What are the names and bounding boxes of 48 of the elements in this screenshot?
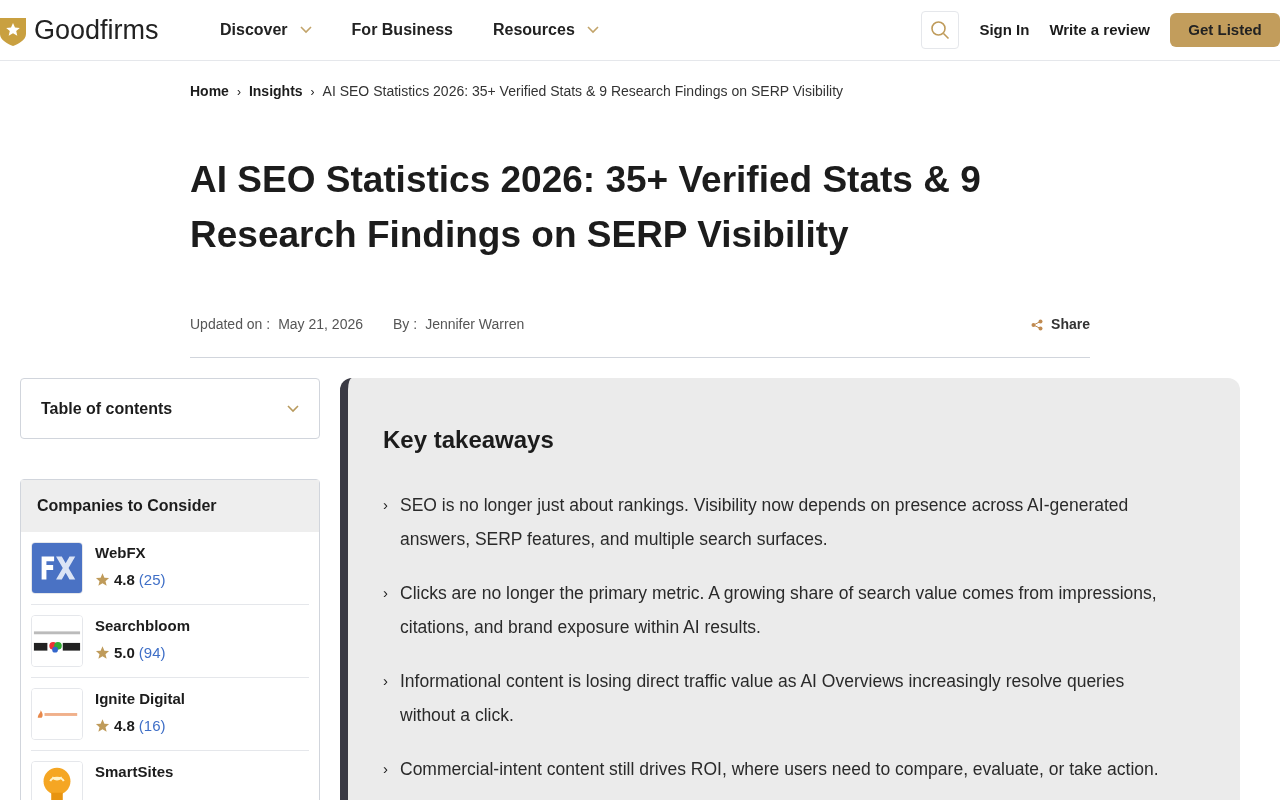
company-logo xyxy=(31,615,83,667)
rating-value: 4.8 xyxy=(114,569,135,590)
breadcrumb-link[interactable]: Insights xyxy=(248,81,303,102)
takeaways-title: Key takeaways xyxy=(383,425,555,455)
company-name[interactable]: Ignite Digital xyxy=(95,688,185,711)
nav-menu-item[interactable]: Resources xyxy=(492,18,599,42)
author-name: Jennifer Warren xyxy=(425,315,525,334)
company-logo xyxy=(31,542,83,594)
search-icon xyxy=(930,20,951,40)
star-icon xyxy=(95,645,110,661)
brand-name[interactable]: Goodfirms xyxy=(34,16,159,44)
panel-title: Companies to Consider xyxy=(37,496,217,516)
star-icon xyxy=(95,718,110,734)
breadcrumb-link[interactable]: AI SEO Statistics 2026: 35+ Verified Stats & 9 Research Findings on SERP Visibility xyxy=(322,81,844,102)
company-logo xyxy=(31,688,83,740)
rating-value: 4.8 xyxy=(114,715,135,736)
author-label: By : xyxy=(393,315,418,334)
get-listed-button[interactable]: Get Listed xyxy=(1170,13,1280,47)
search-button[interactable] xyxy=(921,11,960,49)
star-icon xyxy=(95,572,110,588)
write-review-link[interactable]: Write a review xyxy=(1049,18,1150,42)
share-icon xyxy=(1031,318,1044,331)
updated-date: May 21, 2026 xyxy=(278,315,363,334)
breadcrumb-separator: › xyxy=(236,83,241,101)
takeaway-text: Clicks are no longer the primary metric. A growing share of search value comes from impressions, citations, and brand exposure within AI results. xyxy=(400,582,1158,639)
nav-menu-item[interactable]: Discover xyxy=(220,18,312,42)
company-name[interactable]: SmartSites xyxy=(95,761,174,784)
review-count-link[interactable]: (16) xyxy=(138,714,166,737)
review-count-link[interactable]: (25) xyxy=(138,568,166,591)
article-title: AI SEO Statistics 2026: 35+ Verified Stats & 9 Research Findings on SERP Visibility xyxy=(190,158,982,257)
takeaway-text: SEO is no longer just about rankings. Visibility now depends on presence across AI-generated answers, SERP features, and multiple search surfaces. xyxy=(400,494,1130,551)
bullet-icon: › xyxy=(383,576,388,644)
bullet-icon: › xyxy=(383,664,388,732)
review-count-link[interactable]: (94) xyxy=(138,641,166,664)
sign-in-link[interactable]: Sign In xyxy=(979,18,1030,42)
company-name[interactable]: Searchbloom xyxy=(95,615,191,638)
bullet-icon: › xyxy=(383,488,388,556)
takeaway-text: Commercial-intent content still drives ROI, where users need to compare, evaluate, or take action. xyxy=(400,758,1159,781)
updated-label: Updated on : xyxy=(190,315,271,334)
share-button[interactable]: Share xyxy=(1031,314,1090,335)
takeaway-text: Informational content is losing direct traffic value as AI Overviews increasingly resolve queries without a click. xyxy=(400,670,1126,727)
table-of-contents-dropdown[interactable]: Table of contents xyxy=(20,378,320,439)
rating-value: 5.0 xyxy=(114,642,135,663)
breadcrumb-separator: › xyxy=(310,83,315,101)
nav-menu-item[interactable]: For Business xyxy=(351,18,453,42)
breadcrumb-link[interactable]: Home xyxy=(190,81,229,102)
company-name[interactable]: WebFX xyxy=(95,542,166,565)
bullet-icon: › xyxy=(383,752,388,786)
